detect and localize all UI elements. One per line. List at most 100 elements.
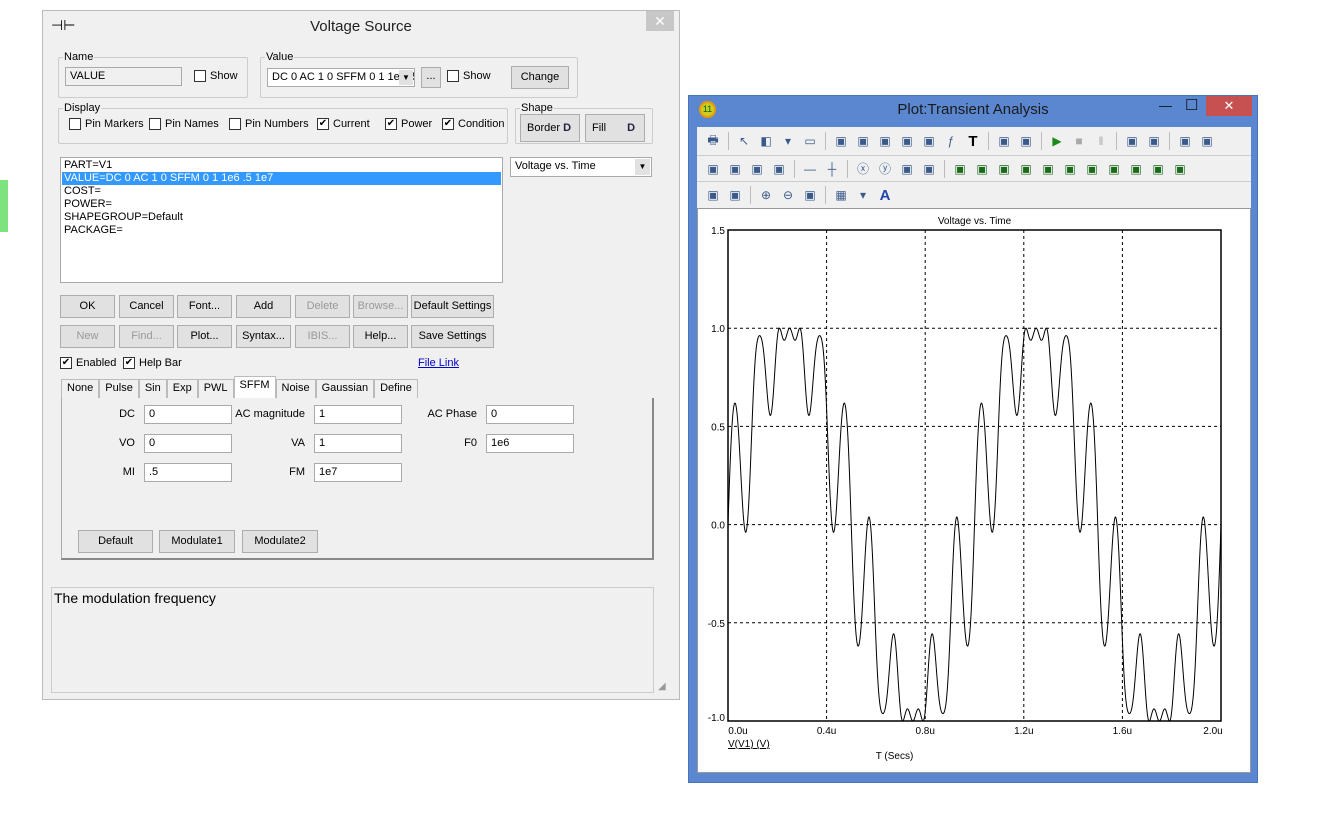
- name-show-checkbox[interactable]: Show: [194, 70, 238, 82]
- enabled-checkbox[interactable]: ✔ Enabled: [60, 357, 116, 369]
- modulate1-button[interactable]: Modulate1: [159, 530, 235, 553]
- scale-icon[interactable]: ▣: [919, 131, 939, 151]
- peak-icon[interactable]: ▣: [994, 159, 1014, 179]
- stop-icon[interactable]: ■: [1069, 131, 1089, 151]
- help-bar-checkbox[interactable]: ✔ Help Bar: [123, 357, 182, 369]
- chevron-down-icon[interactable]: ▼: [399, 70, 413, 85]
- display-checkbox-condition[interactable]: ✔ Condition: [442, 118, 504, 130]
- zoom-fx-icon[interactable]: ▣: [897, 159, 917, 179]
- transient-chart[interactable]: Voltage vs. Time 0.0u 0.4u 0.8u 1.2u 1.6u 2.0u…: [698, 209, 1250, 772]
- run-icon[interactable]: ▶: [1047, 131, 1067, 151]
- attribute-item[interactable]: PACKAGE=: [62, 224, 501, 237]
- low-icon[interactable]: ▣: [1060, 159, 1080, 179]
- scope-icon[interactable]: ▣: [831, 131, 851, 151]
- tab-gaussian[interactable]: Gaussian: [315, 379, 375, 398]
- grid-dots-icon[interactable]: ▣: [1197, 131, 1217, 151]
- value-combobox[interactable]: DC 0 AC 1 0 SFFM 0 1 1e6 .5 ▼: [267, 68, 415, 87]
- frame-icon[interactable]: ▣: [1175, 131, 1195, 151]
- high-icon[interactable]: ▣: [1038, 159, 1058, 179]
- browse-button[interactable]: Browse...: [353, 295, 408, 318]
- cursor-mode-icon[interactable]: ▣: [1122, 131, 1142, 151]
- tab-define[interactable]: Define: [374, 379, 418, 398]
- field-input-va[interactable]: 1: [314, 434, 402, 453]
- global-low-icon[interactable]: ▣: [1126, 159, 1146, 179]
- cursor-right-icon[interactable]: ▣: [972, 159, 992, 179]
- lines-horiz-icon[interactable]: ▣: [725, 159, 745, 179]
- hline-icon[interactable]: —: [800, 159, 820, 179]
- properties-icon[interactable]: ▣: [994, 131, 1014, 151]
- ibis-button[interactable]: IBIS...: [295, 325, 350, 348]
- lines-vert3-icon[interactable]: ▣: [769, 159, 789, 179]
- border-button[interactable]: Border D: [520, 114, 580, 142]
- attribute-item[interactable]: VALUE=DC 0 AC 1 0 SFFM 0 1 1e6 .5 1e7: [62, 172, 501, 185]
- cancel-button[interactable]: Cancel: [119, 295, 174, 318]
- field-input-f0[interactable]: 1e6: [486, 434, 574, 453]
- delete-button[interactable]: Delete: [295, 295, 350, 318]
- inflection-icon[interactable]: ▣: [1082, 159, 1102, 179]
- cursor-mode2-icon[interactable]: ▣: [1144, 131, 1164, 151]
- close-button[interactable]: ✕: [646, 11, 674, 31]
- field-input-ac-phase[interactable]: 0: [486, 405, 574, 424]
- printer-icon[interactable]: 🖶: [703, 131, 723, 151]
- pointer-icon[interactable]: ↖: [734, 131, 754, 151]
- zoom-disabled-icon[interactable]: ▣: [919, 159, 939, 179]
- find-button[interactable]: Find...: [119, 325, 174, 348]
- syntax-button[interactable]: Syntax...: [236, 325, 291, 348]
- font-button[interactable]: Font...: [177, 295, 232, 318]
- picture-icon[interactable]: ▭: [800, 131, 820, 151]
- global-high-icon[interactable]: ▣: [1104, 159, 1124, 179]
- minimize-button[interactable]: —: [1159, 98, 1172, 113]
- grid-icon[interactable]: ▦: [831, 185, 851, 205]
- dropdown-icon[interactable]: ▾: [853, 185, 873, 205]
- top-icon[interactable]: ▣: [1148, 159, 1168, 179]
- valley-icon[interactable]: ▣: [1016, 159, 1036, 179]
- save-settings-button[interactable]: Save Settings: [411, 325, 494, 348]
- display-checkbox-pin-numbers[interactable]: Pin Numbers: [229, 118, 309, 130]
- ok-button[interactable]: OK: [60, 295, 115, 318]
- default-button[interactable]: Default: [78, 530, 153, 553]
- field-input-fm[interactable]: 1e7: [314, 463, 402, 482]
- new-button[interactable]: New: [60, 325, 115, 348]
- resize-grip-icon[interactable]: ◢: [658, 681, 666, 692]
- tab-sffm[interactable]: SFFM: [233, 376, 276, 398]
- ellipsis-button[interactable]: ...: [421, 67, 441, 88]
- default-settings-button[interactable]: Default Settings: [411, 295, 494, 318]
- lines-vert-icon[interactable]: ▣: [703, 159, 723, 179]
- shapes-icon[interactable]: ◧: [756, 131, 776, 151]
- modulate2-button[interactable]: Modulate2: [242, 530, 318, 553]
- change-button[interactable]: Change: [511, 66, 569, 89]
- font-icon[interactable]: A: [875, 185, 895, 205]
- zoom-y-icon[interactable]: ⓨ: [875, 159, 895, 179]
- graph-icon[interactable]: ▣: [853, 131, 873, 151]
- scale-y-icon[interactable]: ▣: [897, 131, 917, 151]
- zoom-100-icon[interactable]: ▣: [800, 185, 820, 205]
- cursor-left-icon[interactable]: ▣: [950, 159, 970, 179]
- zoom-x-icon[interactable]: ⓧ: [853, 159, 873, 179]
- value-show-checkbox[interactable]: Show: [447, 70, 491, 82]
- zoom-out-icon[interactable]: ⊖: [778, 185, 798, 205]
- field-input-mi[interactable]: .5: [144, 463, 232, 482]
- scale-x-icon[interactable]: ▣: [875, 131, 895, 151]
- plot-type-select[interactable]: Voltage vs. Time ▼: [510, 157, 652, 177]
- function-icon[interactable]: ƒ: [941, 131, 961, 151]
- fill-button[interactable]: Fill D: [585, 114, 645, 142]
- settings-icon[interactable]: ▣: [1016, 131, 1036, 151]
- lines-vert2-icon[interactable]: ▣: [747, 159, 767, 179]
- dropdown-icon[interactable]: ▾: [778, 131, 798, 151]
- plot-button[interactable]: Plot...: [177, 325, 232, 348]
- bottom-icon[interactable]: ▣: [1170, 159, 1190, 179]
- attribute-list[interactable]: PART=V1 VALUE=DC 0 AC 1 0 SFFM 0 1 1e6 .5…: [60, 157, 503, 283]
- tab-noise[interactable]: Noise: [275, 379, 316, 398]
- tab-exp[interactable]: Exp: [166, 379, 198, 398]
- display-checkbox-power[interactable]: ✔ Power: [385, 118, 432, 130]
- maximize-button[interactable]: ☐: [1185, 96, 1198, 114]
- attribute-item[interactable]: SHAPEGROUP=Default: [62, 211, 501, 224]
- tab-pwl[interactable]: PWL: [197, 379, 234, 398]
- plot-area[interactable]: Voltage vs. Time 0.0u 0.4u 0.8u 1.2u 1.6u 2.0u…: [697, 208, 1251, 773]
- display-checkbox-current[interactable]: ✔ Current: [317, 118, 370, 130]
- tab-none[interactable]: None: [61, 379, 100, 398]
- name-field[interactable]: VALUE: [65, 67, 182, 86]
- tab-pulse[interactable]: Pulse: [99, 379, 139, 398]
- zoom-in-icon[interactable]: ⊕: [756, 185, 776, 205]
- legend-series-label[interactable]: V(V1) (V): [728, 739, 770, 750]
